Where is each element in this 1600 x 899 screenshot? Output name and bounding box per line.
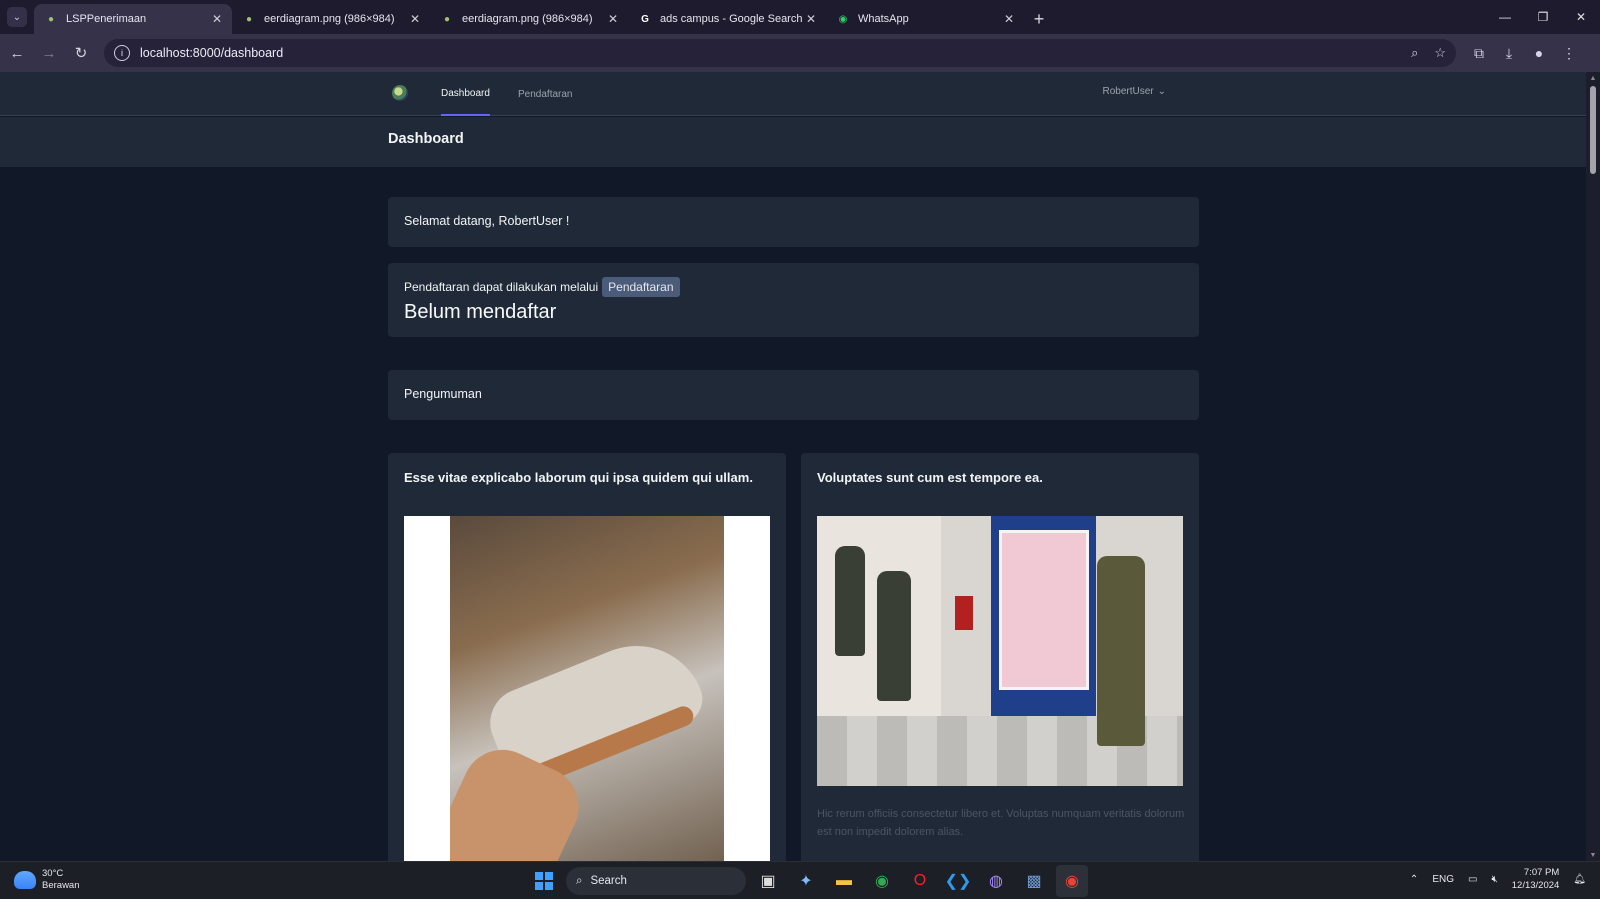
scroll-down-icon[interactable]: ▼ [1586,849,1600,861]
site-favicon-icon: ● [443,13,451,25]
restore-icon[interactable]: ❐ [1524,0,1562,34]
chevron-down-icon: ⌄ [1157,86,1166,97]
welcome-text: Selamat datang, RobertUser ! [404,214,570,228]
github-desktop-icon[interactable]: ◍ [980,865,1012,897]
forward-icon[interactable]: → [34,38,64,68]
chevron-up-icon[interactable]: ⌃ [1410,874,1418,885]
vscode-icon[interactable]: ❮❯ [942,865,974,897]
tab-title: WhatsApp [858,13,909,25]
nav-dashboard[interactable]: Dashboard [441,72,490,116]
registration-button[interactable]: Pendaftaran [602,277,680,297]
clock-time: 7:07 PM [1523,867,1560,878]
task-view-icon[interactable]: ▣ [752,865,784,897]
close-icon[interactable]: ✕ [806,12,816,26]
site-favicon-icon: ● [47,13,55,25]
page-header: Dashboard [0,117,1586,167]
minimize-icon[interactable]: — [1486,0,1524,34]
announcement-card: Pengumuman [388,370,1199,420]
tab-whatsapp[interactable]: ◉ WhatsApp ✕ [826,4,1024,34]
reload-icon[interactable]: ↻ [66,38,96,68]
bookmark-star-icon[interactable]: ☆ [1434,45,1446,61]
registration-card: Pendaftaran dapat dilakukan melalui Pend… [388,263,1199,337]
site-info-icon[interactable]: i [114,45,130,61]
tab-title: eerdiagram.png (986×984) [462,13,593,25]
search-icon: ⌕ [576,874,583,887]
browser-tab-bar: ⌄ ● LSPPenerimaan ✕ ● eerdiagram.png (98… [0,0,1600,34]
notification-bell-icon[interactable]: 🔔︎ [1573,874,1586,885]
tab-title: eerdiagram.png (986×984) [264,13,395,25]
clock-date: 12/13/2024 [1511,880,1560,891]
page-scrollbar[interactable]: ▲ ▼ [1586,72,1600,861]
extensions-icon[interactable]: ⧉ [1464,38,1494,68]
post-image-campus [817,516,1183,786]
weather-desc: Berawan [42,880,80,891]
post-card: Voluptates sunt cum est tempore ea. Hic … [801,453,1199,861]
app-logo[interactable] [392,85,408,101]
weather-temp: 30°C [42,868,64,879]
weather-widget[interactable]: 30°C Berawan [14,868,80,892]
network-icon[interactable]: ▭ [1468,874,1477,885]
back-icon[interactable]: ← [2,38,32,68]
post-description: Hic rerum officiis consectetur libero et… [817,808,1185,838]
scroll-up-icon[interactable]: ▲ [1586,72,1600,84]
profile-icon[interactable]: ● [1524,38,1554,68]
window-controls: — ❐ ✕ [1486,0,1600,34]
google-icon: G [641,13,649,25]
page-viewport: Dashboard Pendaftaran RobertUser ⌄ Dashb… [0,72,1586,861]
site-favicon-icon: ● [245,13,253,25]
registration-text: Pendaftaran dapat dilakukan melalui [404,280,599,294]
download-icon[interactable]: ⤓ [1494,38,1524,68]
tab-search-button[interactable]: ⌄ [0,0,34,34]
new-tab-button[interactable]: + [1024,4,1054,34]
close-icon[interactable]: ✕ [212,12,222,26]
more-menu-icon[interactable]: ⋮ [1554,38,1584,68]
copilot-icon[interactable]: ✦ [790,865,822,897]
windows-taskbar: 30°C Berawan ⌕ Search ▣ ✦ ▬ ◉ O ❮❯ ◍ ▩ ◉… [0,861,1600,899]
close-icon[interactable]: ✕ [608,12,618,26]
taskbar-search[interactable]: ⌕ Search [566,867,746,895]
address-bar[interactable]: i localhost:8000/dashboard ⌕ ☆ [104,39,1456,67]
welcome-card: Selamat datang, RobertUser ! [388,197,1199,247]
post-title: Voluptates sunt cum est tempore ea. [817,470,1043,485]
tab-title: LSPPenerimaan [66,13,147,25]
close-window-icon[interactable]: ✕ [1562,0,1600,34]
tab-google-search[interactable]: G ads campus - Google Search ✕ [628,4,826,34]
chrome-active-icon[interactable]: ◉ [1056,865,1088,897]
clock[interactable]: 7:07 PM 12/13/2024 [1512,866,1560,892]
zoom-icon[interactable]: ⌕ [1411,45,1418,61]
post-card: Esse vitae explicabo laborum qui ipsa qu… [388,453,786,861]
tab-eerdiagram-1[interactable]: ● eerdiagram.png (986×984) ✕ [232,4,430,34]
post-image-sneaker [404,516,770,861]
system-tray: ⌃ ENG ▭ 🔇︎ 7:07 PM 12/13/2024 🔔︎ [1410,866,1586,892]
file-explorer-icon[interactable]: ▬ [828,865,860,897]
page-title: Dashboard [388,131,464,147]
tab-lsppenerimaan[interactable]: ● LSPPenerimaan ✕ [34,4,232,34]
announcement-title: Pengumuman [404,387,482,401]
url-text: localhost:8000/dashboard [140,46,284,60]
windows-icon [535,872,553,890]
tab-eerdiagram-2[interactable]: ● eerdiagram.png (986×984) ✕ [430,4,628,34]
volume-muted-icon[interactable]: 🔇︎ [1491,874,1497,885]
user-name: RobertUser [1102,86,1154,97]
opera-icon[interactable]: O [904,865,936,897]
user-menu[interactable]: RobertUser ⌄ [1102,86,1166,97]
tab-title: ads campus - Google Search [660,13,803,25]
start-button[interactable] [528,865,560,897]
whatsapp-icon: ◉ [838,13,848,25]
chevron-down-icon: ⌄ [7,7,27,27]
post-title: Esse vitae explicabo laborum qui ipsa qu… [404,470,753,485]
top-navigation: Dashboard Pendaftaran RobertUser ⌄ [0,72,1586,116]
language-indicator[interactable]: ENG [1432,874,1454,885]
cloud-icon [14,871,36,889]
browser-toolbar: ← → ↻ i localhost:8000/dashboard ⌕ ☆ ⧉ ⤓… [0,34,1600,72]
search-label: Search [590,875,627,887]
database-app-icon[interactable]: ▩ [1018,865,1050,897]
nav-pendaftaran[interactable]: Pendaftaran [518,72,573,116]
scrollbar-thumb[interactable] [1590,86,1596,174]
registration-status: Belum mendaftar [404,301,557,323]
close-icon[interactable]: ✕ [1004,12,1014,26]
close-icon[interactable]: ✕ [410,12,420,26]
chrome-icon[interactable]: ◉ [866,865,898,897]
